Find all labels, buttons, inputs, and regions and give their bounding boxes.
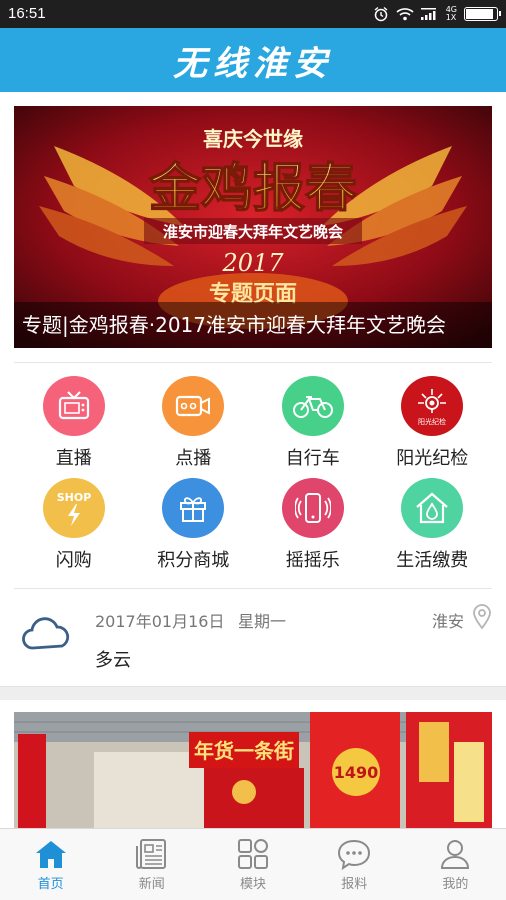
status-time: 16:51 xyxy=(8,5,46,22)
banner-art-year: 2017 xyxy=(221,249,284,277)
grid-item-label: 摇摇乐 xyxy=(285,550,340,571)
bottom-tab-bar: 首页 新闻 模块 报料 我的 xyxy=(0,828,506,900)
app-header: 无线淮安 xyxy=(0,28,506,92)
newspaper-icon xyxy=(135,839,166,869)
grid-icon xyxy=(238,839,268,869)
status-icons: 4G 1X xyxy=(373,5,501,22)
tab-label: 模块 xyxy=(240,877,267,892)
grid-item-label: 闪购 xyxy=(55,550,92,571)
banner-art-subtitle: 淮安市迎春大拜年文艺晚会 xyxy=(163,223,343,241)
video-camera-icon xyxy=(162,376,225,436)
tab-label: 报料 xyxy=(341,877,368,892)
cloud-icon xyxy=(22,617,70,650)
banner-art-title: 金鸡报春 xyxy=(148,158,357,219)
grid-item-label: 生活缴费 xyxy=(396,550,469,571)
shop-logo-text: SHOP xyxy=(56,491,91,504)
tab-label: 新闻 xyxy=(138,877,165,892)
gift-icon xyxy=(162,478,225,538)
grid-item-live[interactable]: 直播 xyxy=(14,372,134,470)
section-divider xyxy=(0,686,506,700)
shop-flash-icon: SHOP xyxy=(42,478,105,538)
status-bar: 16:51 4G 1X xyxy=(0,0,506,28)
weather-city: 淮安 xyxy=(431,612,464,631)
quick-access-grid: 直播 点播 自行车 阳光纪检 阳光纪检 SHOP 闪购 积分商城 摇摇乐 生活缴… xyxy=(14,372,492,572)
weather-widget[interactable]: 2017年01月16日 星期一 淮安 多云 xyxy=(0,592,506,684)
grid-item-label: 点播 xyxy=(175,448,212,469)
grid-item-points-mall[interactable]: 积分商城 xyxy=(134,474,254,572)
sunshine-logo-text: 阳光纪检 xyxy=(418,417,446,426)
grid-item-life-payment[interactable]: 生活缴费 xyxy=(373,474,493,572)
grid-item-shake[interactable]: 摇摇乐 xyxy=(253,474,373,572)
tab-report[interactable]: 报料 xyxy=(304,829,405,900)
divider xyxy=(14,362,492,363)
divider xyxy=(14,588,492,589)
grid-item-label: 直播 xyxy=(55,448,92,469)
home-icon xyxy=(35,841,66,868)
alarm-icon xyxy=(374,6,388,22)
bicycle-icon xyxy=(281,376,344,436)
banner-badge: 喜庆今世缘 xyxy=(203,127,303,151)
banner-carousel[interactable]: 喜庆今世缘 金鸡报春 淮安市迎春大拜年文艺晚会 2017 专题页面 专题|金鸡报… xyxy=(14,106,492,348)
grid-item-label: 自行车 xyxy=(285,448,340,469)
app-title: 无线淮安 xyxy=(173,43,333,84)
grid-item-label: 积分商城 xyxy=(157,550,230,571)
weather-condition: 多云 xyxy=(95,650,131,671)
tv-icon xyxy=(42,376,105,436)
signal-icon xyxy=(420,8,436,20)
location-pin-icon[interactable] xyxy=(472,604,492,630)
sunshine-logo-icon: 阳光纪检 xyxy=(401,376,464,436)
grid-item-sunshine[interactable]: 阳光纪检 阳光纪检 xyxy=(373,372,493,470)
news-sign-text: 年货一条街 xyxy=(194,739,294,763)
battery-level xyxy=(466,9,494,19)
banner-caption: 专题|金鸡报春·2017淮安市迎春大拜年文艺晚会 xyxy=(14,302,492,348)
news-price-tag: 1490 xyxy=(334,763,379,782)
battery-icon xyxy=(464,7,501,21)
tab-modules[interactable]: 模块 xyxy=(202,829,303,900)
grid-item-vod[interactable]: 点播 xyxy=(134,372,254,470)
weather-date: 2017年01月16日 xyxy=(95,612,225,631)
network-type: 4G 1X xyxy=(445,5,457,22)
grid-item-label: 阳光纪检 xyxy=(396,448,469,469)
user-icon xyxy=(441,840,470,869)
weather-weekday: 星期一 xyxy=(238,612,287,631)
news-photo: 年货一条街 1490 xyxy=(14,712,492,830)
tab-label: 首页 xyxy=(37,877,64,892)
tab-label: 我的 xyxy=(442,877,469,892)
wifi-icon xyxy=(396,8,414,21)
tab-news[interactable]: 新闻 xyxy=(101,829,202,900)
chat-bubble-icon xyxy=(338,839,371,870)
news-image[interactable]: 年货一条街 1490 xyxy=(14,712,492,830)
shake-phone-icon xyxy=(281,478,344,538)
grid-item-flash-sale[interactable]: SHOP 闪购 xyxy=(14,474,134,572)
house-drop-icon xyxy=(401,478,464,538)
tab-home[interactable]: 首页 xyxy=(0,829,101,900)
grid-item-bicycle[interactable]: 自行车 xyxy=(253,372,373,470)
tab-profile[interactable]: 我的 xyxy=(405,829,506,900)
